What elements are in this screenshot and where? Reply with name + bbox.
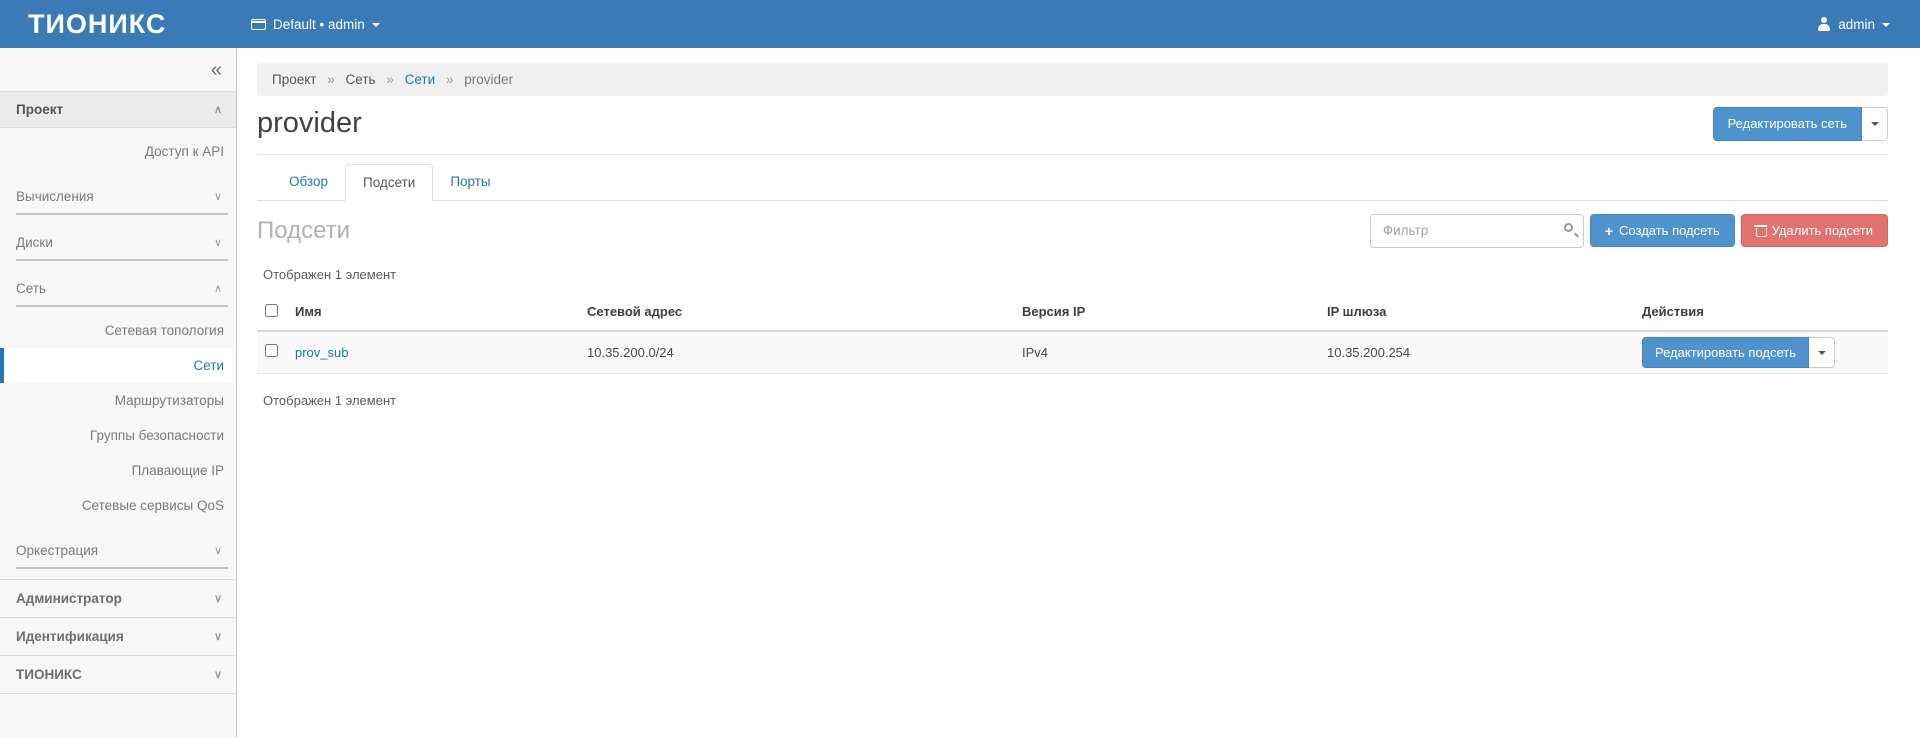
items-count-top: Отображен 1 элемент — [263, 267, 1888, 282]
sidebar-section-label: ТИОНИКС — [16, 667, 82, 682]
breadcrumb-item-current: provider — [464, 72, 513, 87]
sidebar-section-label: Диски — [16, 235, 53, 250]
sidebar-item-networks[interactable]: Сети — [0, 348, 236, 383]
tionix-logo: ТИОНИКС — [0, 9, 237, 40]
main-content: Проект » Сеть » Сети » provider provider… — [237, 48, 1920, 738]
subnet-name-link[interactable]: prov_sub — [295, 345, 348, 360]
edit-network-button[interactable]: Редактировать сеть — [1713, 107, 1862, 141]
sidebar-collapse-row: « — [0, 48, 236, 92]
select-all-checkbox[interactable] — [265, 304, 278, 317]
table-row: prov_sub 10.35.200.0/24 IPv4 10.35.200.2… — [257, 331, 1888, 374]
sidebar-bottom-group: Администратор ∨ Идентификация ∨ ТИОНИКС … — [0, 579, 236, 694]
sidebar-item-qos[interactable]: Сетевые сервисы QoS — [0, 488, 236, 523]
chevron-up-icon: ∧ — [214, 282, 222, 295]
chevron-down-icon: ∨ — [214, 592, 222, 605]
sidebar: « Проект ∧ Доступ к API Вычисления ∨ Дис… — [0, 48, 237, 738]
sidebar-section-label: Сеть — [16, 281, 46, 296]
sidebar-section-identity[interactable]: Идентификация ∨ — [0, 617, 236, 655]
row-checkbox[interactable] — [265, 344, 278, 357]
sidebar-item-api-access[interactable]: Доступ к API — [0, 134, 236, 169]
filter-input[interactable] — [1370, 214, 1584, 248]
create-subnet-label: Создать подсеть — [1619, 223, 1720, 239]
edit-subnet-button[interactable]: Редактировать подсеть — [1642, 337, 1809, 369]
top-navbar: ТИОНИКС Default • admin admin — [0, 0, 1920, 48]
subnet-ip-version-cell: IPv4 — [1014, 331, 1319, 374]
sidebar-section-label: Администратор — [16, 591, 122, 606]
sidebar-item-floating-ips[interactable]: Плавающие IP — [0, 453, 236, 488]
title-divider — [257, 154, 1888, 155]
breadcrumb-separator: » — [327, 72, 335, 87]
sidebar-section-volumes[interactable]: Диски ∨ — [16, 227, 228, 261]
breadcrumb-item-network: Сеть — [346, 72, 376, 87]
sidebar-section-label: Проект — [16, 102, 63, 117]
sidebar-section-orchestration[interactable]: Оркестрация ∨ — [16, 535, 228, 569]
search-icon — [1564, 223, 1573, 232]
chevron-down-icon: ∨ — [214, 668, 222, 681]
chevron-down-icon: ∨ — [214, 190, 222, 203]
chevron-down-icon: ∨ — [214, 544, 222, 557]
trash-icon — [1756, 226, 1766, 236]
sidebar-section-label: Идентификация — [16, 629, 124, 644]
page-title: provider — [257, 107, 362, 140]
sidebar-section-tionix[interactable]: ТИОНИКС ∨ — [0, 655, 236, 694]
subnets-table: Имя Сетевой адрес Версия IP IP шлюза Дей… — [257, 294, 1888, 375]
sidebar-collapse-button[interactable]: « — [211, 60, 222, 80]
chevron-down-icon — [1882, 23, 1890, 27]
tab-bar: Обзор Подсети Порты — [257, 164, 1888, 201]
user-menu[interactable]: admin — [1817, 17, 1890, 32]
domain-project-label: Default • admin — [273, 17, 365, 32]
breadcrumb-separator: » — [446, 72, 454, 87]
tab-overview[interactable]: Обзор — [272, 164, 345, 201]
chevron-down-icon — [372, 23, 380, 27]
panel-title: Подсети — [257, 217, 350, 245]
sidebar-item-security-groups[interactable]: Группы безопасности — [0, 418, 236, 453]
domain-project-menu[interactable]: Default • admin — [251, 17, 380, 32]
create-subnet-button[interactable]: + Создать подсеть — [1590, 214, 1735, 248]
subnet-cidr-cell: 10.35.200.0/24 — [579, 331, 1014, 374]
breadcrumb-link-networks[interactable]: Сети — [405, 72, 436, 87]
plus-icon: + — [1605, 224, 1613, 238]
column-header-name: Имя — [287, 294, 579, 331]
sidebar-section-project[interactable]: Проект ∧ — [0, 92, 236, 128]
tab-subnets[interactable]: Подсети — [345, 164, 433, 201]
chevron-down-icon — [1871, 122, 1879, 126]
delete-subnets-label: Удалить подсети — [1772, 223, 1873, 239]
items-count-bottom: Отображен 1 элемент — [263, 393, 1888, 408]
edit-subnet-dropdown-toggle[interactable] — [1809, 337, 1835, 369]
column-header-cidr: Сетевой адрес — [579, 294, 1014, 331]
user-menu-label: admin — [1838, 17, 1875, 32]
breadcrumb-item-project: Проект — [272, 72, 316, 87]
sidebar-item-routers[interactable]: Маршрутизаторы — [0, 383, 236, 418]
sidebar-section-admin[interactable]: Администратор ∨ — [0, 579, 236, 617]
tab-ports[interactable]: Порты — [433, 164, 507, 201]
chevron-down-icon: ∨ — [214, 630, 222, 643]
breadcrumb-separator: » — [386, 72, 394, 87]
breadcrumb: Проект » Сеть » Сети » provider — [257, 63, 1888, 96]
column-header-gateway: IP шлюза — [1319, 294, 1634, 331]
domain-icon — [251, 19, 266, 30]
table-header-row: Имя Сетевой адрес Версия IP IP шлюза Дей… — [257, 294, 1888, 331]
subnet-gateway-cell: 10.35.200.254 — [1319, 331, 1634, 374]
chevron-up-icon: ∧ — [214, 103, 222, 116]
chevron-down-icon: ∨ — [214, 236, 222, 249]
user-icon — [1817, 17, 1831, 31]
edit-network-dropdown-toggle[interactable] — [1862, 107, 1888, 141]
sidebar-section-label: Вычисления — [16, 189, 94, 204]
column-header-actions: Действия — [1634, 294, 1888, 331]
chevron-down-icon — [1818, 351, 1826, 355]
sidebar-section-network[interactable]: Сеть ∧ — [16, 273, 228, 307]
sidebar-section-label: Оркестрация — [16, 543, 98, 558]
column-header-ip-version: Версия IP — [1014, 294, 1319, 331]
sidebar-item-network-topology[interactable]: Сетевая топология — [0, 313, 236, 348]
delete-subnets-button[interactable]: Удалить подсети — [1741, 214, 1888, 248]
sidebar-section-compute[interactable]: Вычисления ∨ — [16, 181, 228, 215]
